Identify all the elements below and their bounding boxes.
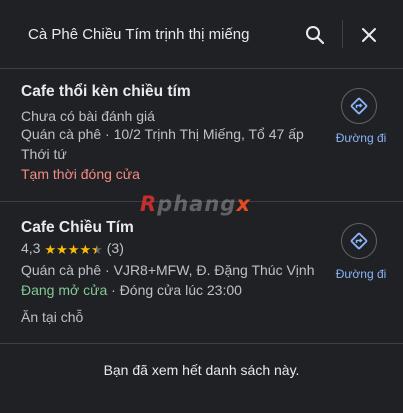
directions-button[interactable] bbox=[341, 88, 377, 124]
directions-icon bbox=[350, 97, 368, 115]
result-title[interactable]: Cafe thổi kèn chiều tím bbox=[21, 83, 191, 101]
closing-time: · Đóng cửa lúc 23:00 bbox=[107, 282, 242, 298]
rating-text: Chưa có bài đánh giá bbox=[21, 108, 155, 124]
rating-row: 4,3 ★★★★★ (3) bbox=[21, 240, 124, 258]
directions-label[interactable]: Đường đi bbox=[335, 267, 387, 281]
result-title[interactable]: Cafe Chiều Tím bbox=[21, 219, 134, 237]
close-button[interactable] bbox=[352, 18, 386, 52]
star-icon: ★ bbox=[79, 242, 92, 257]
hours-row: Đang mở cửa · Đóng cửa lúc 23:00 bbox=[21, 282, 242, 298]
star-icon: ★ bbox=[56, 242, 68, 257]
search-divider bbox=[342, 20, 343, 48]
directions-icon bbox=[350, 232, 368, 250]
watermark-logo: Rphangx bbox=[140, 192, 251, 216]
end-of-list-text: Bạn đã xem hết danh sách này. bbox=[103, 362, 300, 378]
rating-value: 4,3 bbox=[21, 240, 41, 256]
star-icon: ★ bbox=[67, 242, 80, 257]
status-open: Đang mở cửa bbox=[21, 282, 108, 298]
search-bar bbox=[0, 0, 403, 68]
search-button[interactable] bbox=[298, 18, 332, 52]
directions-button[interactable] bbox=[341, 223, 377, 259]
service-option: Ăn tại chỗ bbox=[21, 309, 84, 325]
review-count: (3) bbox=[106, 240, 124, 256]
search-icon bbox=[306, 26, 325, 45]
status-closed: Tạm thời đóng cửa bbox=[21, 166, 140, 182]
result-item-2[interactable]: Cafe Chiều Tím 4,3 ★★★★★ (3) Quán cà phê ·… bbox=[0, 202, 403, 342]
search-input[interactable] bbox=[6, 12, 336, 56]
address-line: Quán cà phê · 10/2 Trịnh Thị Miếng, Tổ 4… bbox=[21, 126, 304, 142]
star-icon: ★ bbox=[44, 242, 57, 257]
close-icon bbox=[362, 28, 376, 42]
half-star-icon: ★ bbox=[91, 242, 103, 257]
rating-stars: ★★★★★ bbox=[44, 241, 102, 258]
address-line-2: Thới tứ bbox=[21, 146, 67, 162]
address-line: Quán cà phê · VJR8+MFW, Đ. Đặng Thúc Vịn… bbox=[21, 262, 315, 278]
directions-label[interactable]: Đường đi bbox=[335, 131, 387, 145]
divider bbox=[0, 343, 403, 344]
result-item-1[interactable]: Cafe thổi kèn chiều tím Chưa có bài đánh… bbox=[0, 69, 403, 201]
